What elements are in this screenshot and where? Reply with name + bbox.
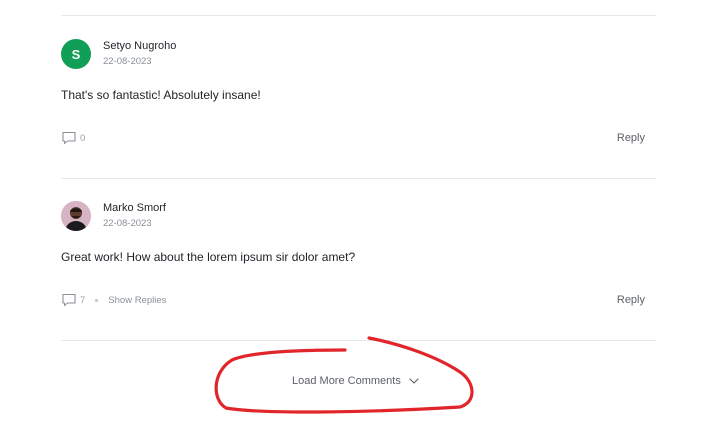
reply-count: 0 <box>80 132 86 144</box>
comment-author: S Setyo Nugroho 22-08-2023 <box>61 38 176 70</box>
author-meta: Setyo Nugroho 22-08-2023 <box>103 39 176 69</box>
person-photo-icon <box>61 201 91 231</box>
comment-text: That's so fantastic! Absolutely insane! <box>61 88 261 102</box>
author-name[interactable]: Setyo Nugroho <box>103 39 176 54</box>
comment-author: Marko Smorf 22-08-2023 <box>61 200 166 232</box>
comment-date: 22-08-2023 <box>103 56 152 67</box>
comment-item: Marko Smorf 22-08-2023 Great work! How a… <box>61 200 656 320</box>
comment-bubble-icon[interactable] <box>61 292 77 308</box>
comment-date: 22-08-2023 <box>103 218 152 229</box>
avatar: S <box>61 39 91 69</box>
avatar <box>61 201 91 231</box>
comment-text: Great work! How about the lorem ipsum si… <box>61 250 356 264</box>
load-more-comments-button[interactable]: Load More Comments <box>292 373 419 389</box>
divider <box>61 340 656 341</box>
author-meta: Marko Smorf 22-08-2023 <box>103 201 166 231</box>
divider-top <box>61 15 656 16</box>
reply-count: 7 <box>80 294 86 306</box>
comment-actions: 7 Show Replies Reply <box>61 291 656 309</box>
separator-dot <box>95 298 99 302</box>
show-replies-link[interactable]: Show Replies <box>108 295 166 306</box>
reply-button[interactable]: Reply <box>617 294 645 306</box>
reply-button[interactable]: Reply <box>617 132 645 144</box>
comment-actions: 0 Reply <box>61 129 656 147</box>
chevron-down-icon <box>409 378 419 384</box>
author-name[interactable]: Marko Smorf <box>103 201 166 216</box>
comment-item: S Setyo Nugroho 22-08-2023 That's so fan… <box>61 38 656 158</box>
load-more-label: Load More Comments <box>292 375 401 387</box>
divider <box>61 178 656 179</box>
comment-bubble-icon[interactable] <box>61 130 77 146</box>
